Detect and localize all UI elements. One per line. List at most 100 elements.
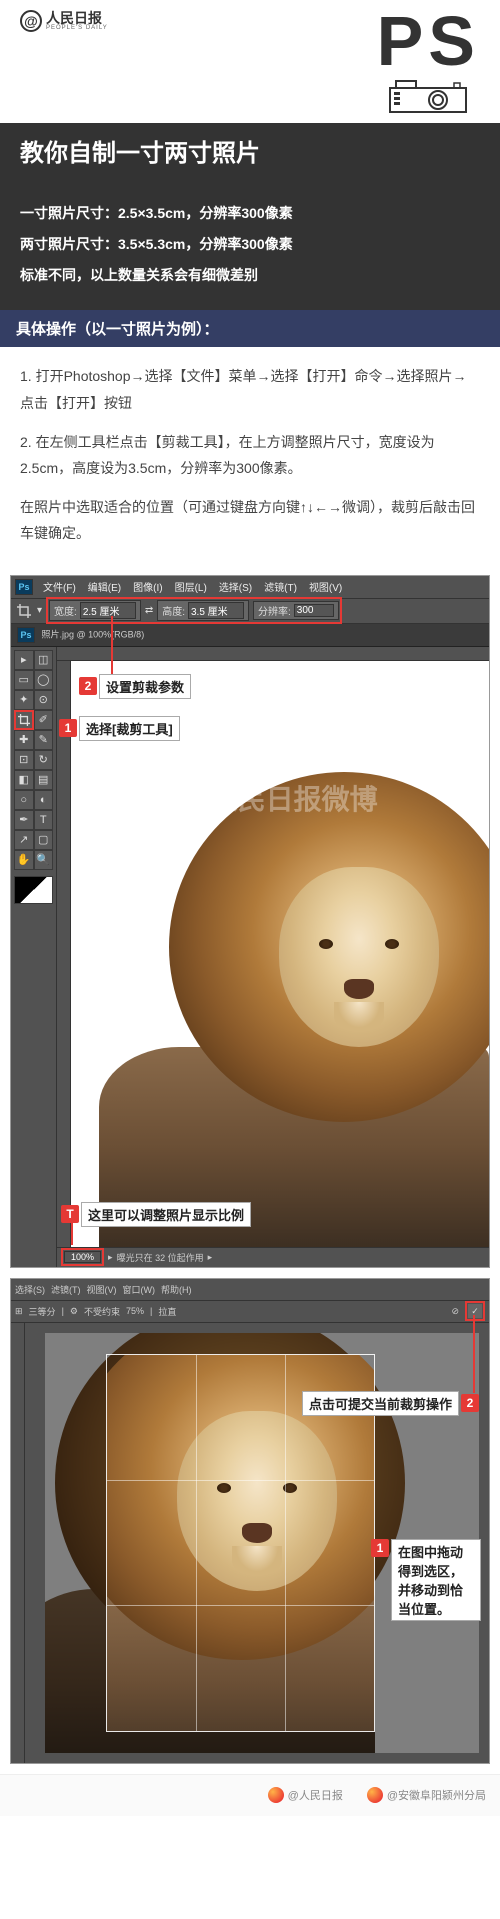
badge-2: 2 (79, 677, 97, 695)
ps2-confirm-highlight: ✓ (465, 1301, 485, 1321)
page-title: 教你自制一寸两寸照片 (0, 123, 500, 178)
tool-quick[interactable]: ⊙ (34, 690, 54, 710)
tool-brush[interactable]: ✎ (34, 730, 54, 750)
ps2-callout-2-text: 点击可提交当前裁剪操作 (302, 1391, 459, 1416)
callout-t-text: 这里可以调整照片显示比例 (81, 1202, 251, 1227)
ps2-rule-label[interactable]: 三等分 (29, 1305, 56, 1318)
tool-hand[interactable]: ✋ (14, 850, 34, 870)
ruler-vertical (57, 661, 71, 1267)
header: @ 人民日报 PEOPLE'S DAILY PS (0, 0, 500, 113)
ps-letters: PS (377, 10, 480, 73)
ps2-cancel-icon[interactable]: ⊘ (451, 1306, 459, 1317)
step-3: 在照片中选取适合的位置（可通过键盘方向键↑↓←→微调），裁剪后敲击回车键确定。 (20, 494, 480, 547)
ps2-menu-view[interactable]: 视图(V) (87, 1283, 117, 1296)
resolution-label: 分辨率: (258, 603, 291, 618)
footer: @人民日报 @安徽阜阳颍州分局 (0, 1774, 500, 1816)
step-2: 2. 在左侧工具栏点击【剪裁工具】，在上方调整照片尺寸，宽度设为2.5cm，高度… (20, 429, 480, 482)
callout-t: T 这里可以调整照片显示比例 (61, 1202, 251, 1227)
tool-zoom[interactable]: 🔍 (34, 850, 54, 870)
ps2-callout-2: 2 点击可提交当前裁剪操作 (302, 1391, 479, 1416)
ps-status-bar: 100% ▸ 曝光只在 32 位起作用 ▸ (57, 1247, 489, 1267)
ps2-callout-1: 1 在图中拖动得到选区，并移动到恰当位置。 (371, 1539, 481, 1621)
tool-lasso[interactable]: ◯ (34, 670, 54, 690)
ps2-gear-icon[interactable]: ⚙ (70, 1306, 78, 1317)
ps2-confirm-button[interactable]: ✓ (468, 1304, 482, 1318)
footer-text-2: @安徽阜阳颍州分局 (387, 1787, 486, 1803)
callout-2: 2 设置剪裁参数 (79, 674, 191, 699)
menu-filter[interactable]: 滤镜(T) (264, 579, 297, 594)
menu-image[interactable]: 图像(I) (133, 579, 162, 594)
tool-eraser[interactable]: ◧ (14, 770, 34, 790)
badge-t: T (61, 1205, 79, 1223)
crop-params-highlight: 宽度: 2.5 厘米 ⇄ 高度: 3.5 厘米 分辨率: 300 (46, 597, 342, 624)
swap-icon[interactable]: ⇄ (145, 605, 153, 616)
status-text: 曝光只在 32 位起作用 (117, 1251, 204, 1264)
tool-artboard[interactable]: ◫ (34, 650, 54, 670)
weibo-icon (268, 1787, 284, 1803)
callout-1-text: 选择[裁剪工具] (79, 716, 180, 741)
tool-pen[interactable]: ✒ (14, 810, 34, 830)
tool-history[interactable]: ↻ (34, 750, 54, 770)
ps2-menu-select[interactable]: 选择(S) (15, 1283, 45, 1296)
tool-crop[interactable] (14, 710, 34, 730)
menu-layer[interactable]: 图层(L) (175, 579, 207, 594)
footer-source-2: @安徽阜阳颍州分局 (367, 1787, 486, 1803)
ps-title-block: PS (377, 10, 480, 113)
tool-stamp[interactable]: ⊡ (14, 750, 34, 770)
ps-toolbar: ▸◫ ▭◯ ✦⊙ ✐ ✚✎ ⊡↻ ◧▤ ○◐ ✒T ↗▢ ✋🔍 (11, 647, 57, 1267)
at-icon: @ (20, 10, 42, 32)
width-label: 宽度: (54, 603, 77, 618)
tool-eyedropper[interactable]: ✐ (34, 710, 53, 730)
ps-options-bar: ▾ 宽度: 2.5 厘米 ⇄ 高度: 3.5 厘米 分辨率: 300 (11, 598, 489, 624)
resolution-field[interactable]: 分辨率: 300 (253, 601, 339, 620)
tool-dodge[interactable]: ◐ (34, 790, 54, 810)
menu-view[interactable]: 视图(V) (309, 579, 342, 594)
ps2-menu-help[interactable]: 帮助(H) (161, 1283, 192, 1296)
tool-marquee[interactable]: ▭ (14, 670, 34, 690)
footer-text-1: @人民日报 (288, 1787, 343, 1803)
ps-screenshot-1: Ps 文件(F) 编辑(E) 图像(I) 图层(L) 选择(S) 滤镜(T) 视… (10, 575, 490, 1268)
ps2-menu-bar: 选择(S) 滤镜(T) 视图(V) 窗口(W) 帮助(H) (11, 1279, 489, 1301)
height-value[interactable]: 3.5 厘米 (188, 602, 244, 619)
width-field[interactable]: 宽度: 2.5 厘米 (49, 600, 141, 621)
resolution-value[interactable]: 300 (294, 604, 334, 617)
ps2-opacity[interactable]: 75% (126, 1306, 144, 1316)
tool-shape[interactable]: ▢ (34, 830, 54, 850)
tool-move[interactable]: ▸ (14, 650, 34, 670)
canvas-image-area[interactable]: @人民日报微博 (71, 661, 489, 1247)
menu-select[interactable]: 选择(S) (219, 579, 252, 594)
tool-heal[interactable]: ✚ (14, 730, 34, 750)
callout-2-text: 设置剪裁参数 (99, 674, 191, 699)
red-leader-line (111, 616, 113, 674)
height-field[interactable]: 高度: 3.5 厘米 (157, 600, 249, 621)
spec-two-inch: 两寸照片尺寸：3.5×5.3cm，分辨率300像素 (20, 229, 480, 260)
ps-tab-icon: Ps (17, 627, 35, 643)
crop-tool-icon[interactable] (15, 602, 33, 620)
lion-illustration (99, 747, 489, 1247)
instructions: 1. 打开Photoshop→选择【文件】菜单→选择【打开】命令→选择照片→点击… (0, 347, 500, 575)
ps-app-bar: Ps 文件(F) 编辑(E) 图像(I) 图层(L) 选择(S) 滤镜(T) 视… (11, 576, 489, 598)
tool-wand[interactable]: ✦ (14, 690, 34, 710)
tool-path[interactable]: ↗ (14, 830, 34, 850)
zoom-value[interactable]: 100% (64, 1251, 101, 1263)
ps2-grid-icon[interactable]: ⊞ (15, 1306, 23, 1317)
step-1: 1. 打开Photoshop→选择【文件】菜单→选择【打开】命令→选择照片→点击… (20, 363, 480, 416)
tool-blur[interactable]: ○ (14, 790, 34, 810)
ps2-menu-filter[interactable]: 滤镜(T) (51, 1283, 81, 1296)
ps-screenshot-2: 选择(S) 滤镜(T) 视图(V) 窗口(W) 帮助(H) ⊞ 三等分 | ⚙ … (10, 1278, 490, 1764)
menu-edit[interactable]: 编辑(E) (88, 579, 121, 594)
spec-one-inch: 一寸照片尺寸：2.5×3.5cm，分辨率300像素 (20, 198, 480, 229)
footer-source-1: @人民日报 (268, 1787, 343, 1803)
ps2-menu-window[interactable]: 窗口(W) (123, 1283, 156, 1296)
tab-label: 照片.jpg @ 100%(RGB/8) (42, 629, 145, 639)
width-value[interactable]: 2.5 厘米 (80, 602, 136, 619)
tool-type[interactable]: T (34, 810, 54, 830)
ps2-constraint[interactable]: 不受约束 (84, 1305, 120, 1318)
tool-gradient[interactable]: ▤ (34, 770, 54, 790)
ps-document-tab[interactable]: Ps 照片.jpg @ 100%(RGB/8) (11, 624, 489, 647)
menu-file[interactable]: 文件(F) (43, 579, 76, 594)
ps2-straighten[interactable]: 拉直 (158, 1305, 176, 1318)
tool-colors[interactable] (14, 876, 53, 904)
weibo-icon (367, 1787, 383, 1803)
ps-app-icon: Ps (15, 579, 33, 595)
